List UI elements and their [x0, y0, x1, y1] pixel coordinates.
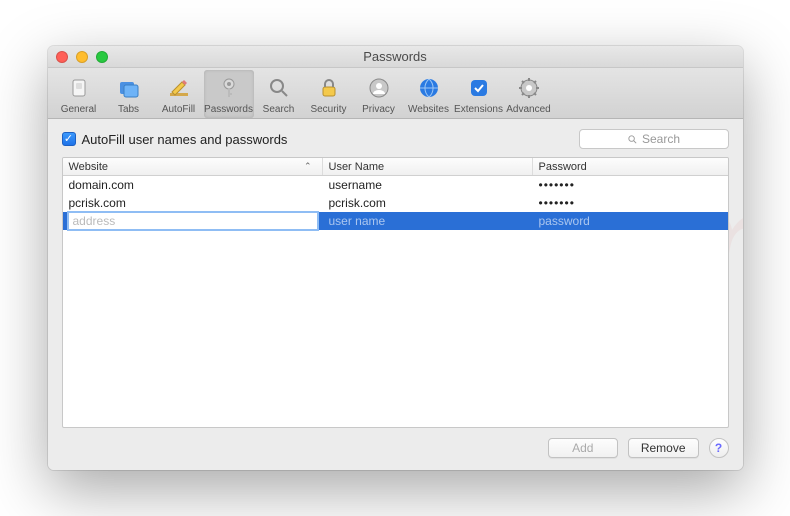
tab-autofill[interactable]: AutoFill	[154, 70, 204, 118]
toolbar: General Tabs AutoFill Passwords Search	[48, 68, 743, 119]
tabs-icon	[115, 74, 143, 102]
cell-password-placeholder[interactable]: password	[533, 212, 728, 230]
table-row[interactable]: domain.com username •••••••	[63, 176, 728, 194]
footer-buttons: Add Remove ?	[62, 438, 729, 458]
help-button[interactable]: ?	[709, 438, 729, 458]
lock-icon	[315, 74, 343, 102]
cell-website: pcrisk.com	[63, 194, 323, 212]
titlebar: Passwords	[48, 46, 743, 68]
cell-website: domain.com	[63, 176, 323, 194]
tab-security[interactable]: Security	[304, 70, 354, 118]
autofill-checkbox-label: AutoFill user names and passwords	[82, 132, 288, 147]
magnifier-icon	[265, 74, 293, 102]
top-row: ✓ AutoFill user names and passwords Sear…	[62, 129, 729, 149]
search-placeholder: Search	[642, 132, 680, 146]
globe-icon	[415, 74, 443, 102]
table-body: domain.com username ••••••• pcrisk.com p…	[63, 176, 728, 427]
window-controls	[56, 51, 108, 63]
privacy-icon	[365, 74, 393, 102]
website-input[interactable]	[69, 213, 317, 229]
pencil-icon	[165, 74, 193, 102]
column-website[interactable]: Website ⌃	[63, 158, 323, 175]
checkmark-icon: ✓	[62, 132, 76, 146]
tab-websites[interactable]: Websites	[404, 70, 454, 118]
column-username[interactable]: User Name	[323, 158, 533, 175]
close-button[interactable]	[56, 51, 68, 63]
tab-general[interactable]: General	[54, 70, 104, 118]
passwords-table: Website ⌃ User Name Password domain.com …	[62, 157, 729, 428]
table-row[interactable]: pcrisk.com pcrisk.com •••••••	[63, 194, 728, 212]
cell-username: pcrisk.com	[323, 194, 533, 212]
key-icon	[215, 74, 243, 102]
cell-username-placeholder[interactable]: user name	[323, 212, 533, 230]
tab-extensions[interactable]: Extensions	[454, 70, 504, 118]
cell-password: •••••••	[533, 194, 728, 212]
switch-icon	[65, 74, 93, 102]
tab-tabs[interactable]: Tabs	[104, 70, 154, 118]
content-pane: pcrisk.com ✓ AutoFill user names and pas…	[48, 119, 743, 470]
extensions-icon	[465, 74, 493, 102]
sort-caret-icon: ⌃	[304, 161, 312, 172]
zoom-button[interactable]	[96, 51, 108, 63]
cell-password: •••••••	[533, 176, 728, 194]
cell-website-editing[interactable]	[63, 212, 323, 230]
remove-button[interactable]: Remove	[628, 438, 699, 458]
search-input[interactable]: Search	[579, 129, 729, 149]
autofill-checkbox[interactable]: ✓ AutoFill user names and passwords	[62, 132, 288, 147]
column-password[interactable]: Password	[533, 158, 728, 175]
tab-advanced[interactable]: Advanced	[504, 70, 554, 118]
tab-privacy[interactable]: Privacy	[354, 70, 404, 118]
window-title: Passwords	[48, 49, 743, 64]
cell-username: username	[323, 176, 533, 194]
table-header: Website ⌃ User Name Password	[63, 158, 728, 176]
tab-search[interactable]: Search	[254, 70, 304, 118]
table-row-editing[interactable]: user name password	[63, 212, 728, 230]
minimize-button[interactable]	[76, 51, 88, 63]
search-icon	[627, 134, 638, 145]
tab-passwords[interactable]: Passwords	[204, 70, 254, 118]
preferences-window: Passwords General Tabs AutoFill Password…	[48, 46, 743, 470]
gear-icon	[515, 74, 543, 102]
add-button[interactable]: Add	[548, 438, 618, 458]
